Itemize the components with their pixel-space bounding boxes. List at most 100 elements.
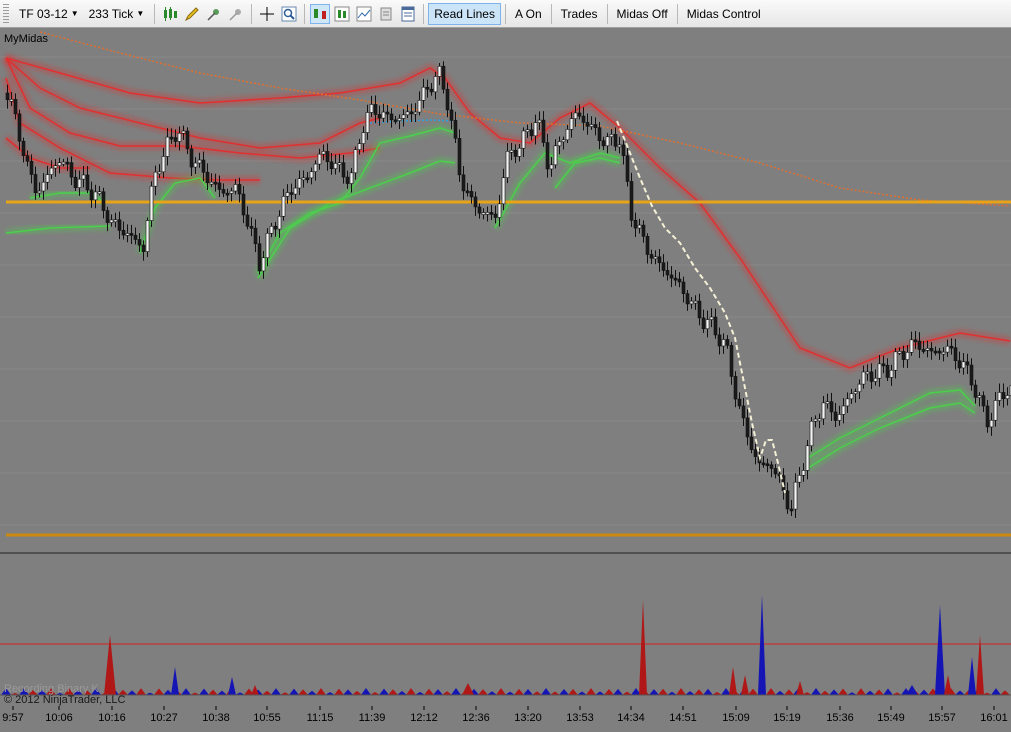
bar-spacing-icon[interactable] <box>310 3 331 24</box>
interval-label: 233 Tick <box>88 6 134 21</box>
candle-body <box>569 118 574 130</box>
strategies-icon[interactable] <box>376 4 396 24</box>
candle-body <box>221 189 226 194</box>
candle-body <box>233 184 238 192</box>
candle-body <box>677 278 682 283</box>
candle-body <box>33 174 38 194</box>
candle-body <box>713 316 718 336</box>
candle-body <box>541 119 546 143</box>
candle-body <box>805 445 810 471</box>
candle-body <box>701 317 706 330</box>
candle-body <box>565 129 570 141</box>
candle-body <box>969 364 974 386</box>
pin-disabled-icon[interactable] <box>226 4 246 24</box>
candle-body <box>117 219 122 231</box>
candle-body <box>377 114 382 119</box>
candle-body <box>157 171 162 175</box>
candle-body <box>909 339 914 353</box>
candle-body <box>1005 395 1010 399</box>
toolbar-separator <box>154 3 156 24</box>
candle-body <box>917 340 922 350</box>
instrument-label: TF 03-12 <box>19 6 68 21</box>
candle-body <box>477 206 482 214</box>
candle-body <box>529 129 534 137</box>
midas-off-button[interactable]: Midas Off <box>612 3 673 25</box>
candle-body <box>865 371 870 375</box>
candle-body <box>297 178 302 189</box>
candle-body <box>941 351 946 355</box>
chart-style-icon[interactable] <box>160 4 180 24</box>
properties-icon[interactable] <box>398 4 418 24</box>
candle-body <box>661 262 666 271</box>
candle-body <box>405 111 410 116</box>
candle-width-icon[interactable] <box>332 4 352 24</box>
candle-body <box>205 171 210 184</box>
a-on-button[interactable]: A On <box>510 3 547 25</box>
candle-body <box>101 191 106 211</box>
zoom-icon[interactable] <box>279 4 299 24</box>
candle-body <box>85 174 90 191</box>
price-chart[interactable]: MyMidas Recording Binary K © 2012 NinjaT… <box>0 28 1011 732</box>
candle-body <box>105 210 110 223</box>
candle-body <box>345 176 350 184</box>
toolbar-separator <box>550 3 552 24</box>
candle-body <box>509 149 514 153</box>
copyright: © 2012 NinjaTrader, LLC <box>4 694 125 706</box>
candle-body <box>957 360 962 369</box>
candle-body <box>293 187 298 195</box>
candle-body <box>961 361 966 369</box>
candle-body <box>169 136 174 140</box>
candle-body <box>309 171 314 179</box>
candle-body <box>317 153 322 165</box>
toolbar-separator <box>304 3 306 24</box>
candle-body <box>637 224 642 229</box>
candle-body <box>301 177 306 181</box>
candle-body <box>61 161 66 165</box>
candle-body <box>321 151 326 155</box>
candle-body <box>57 162 62 166</box>
candle-body <box>197 159 202 164</box>
candle-body <box>913 339 918 343</box>
candle-body <box>589 124 594 127</box>
candle-body <box>773 468 778 475</box>
candle-body <box>985 405 990 428</box>
candle-body <box>73 176 78 188</box>
candle-body <box>461 174 466 192</box>
candle-body <box>209 181 214 185</box>
toolbar-grip[interactable] <box>3 3 9 24</box>
candle-body <box>201 159 206 173</box>
candle-body <box>5 92 10 100</box>
candle-body <box>469 191 474 198</box>
time-tick-label: 10:06 <box>45 712 73 724</box>
candle-body <box>357 143 362 150</box>
interval-selector[interactable]: 233 Tick ▼ <box>85 3 149 25</box>
candle-body <box>409 111 414 115</box>
indicators-icon[interactable] <box>354 4 374 24</box>
candle-body <box>785 490 790 510</box>
drawing-tool-pencil-icon[interactable] <box>182 4 202 24</box>
candle-body <box>349 172 354 184</box>
candle-body <box>609 134 614 138</box>
candle-body <box>857 383 862 393</box>
candle-body <box>313 163 318 172</box>
crosshair-icon[interactable] <box>257 4 277 24</box>
pin-icon[interactable] <box>204 4 224 24</box>
time-tick-label: 11:39 <box>359 712 386 724</box>
candle-body <box>597 127 602 141</box>
midas-control-button[interactable]: Midas Control <box>682 3 766 25</box>
candle-body <box>521 130 526 149</box>
candle-body <box>65 161 70 165</box>
read-lines-button[interactable]: Read Lines <box>428 2 501 25</box>
candle-body <box>581 115 586 123</box>
candle-body <box>689 300 694 305</box>
candle-body <box>753 449 758 457</box>
candle-body <box>305 177 310 181</box>
candle-body <box>89 189 94 201</box>
candle-body <box>25 155 30 162</box>
candle-body <box>861 371 866 385</box>
candle-body <box>245 214 250 227</box>
candle-body <box>645 236 650 255</box>
instrument-selector[interactable]: TF 03-12 ▼ <box>15 3 83 25</box>
trades-button[interactable]: Trades <box>556 3 603 25</box>
chevron-down-icon: ▼ <box>136 9 145 18</box>
